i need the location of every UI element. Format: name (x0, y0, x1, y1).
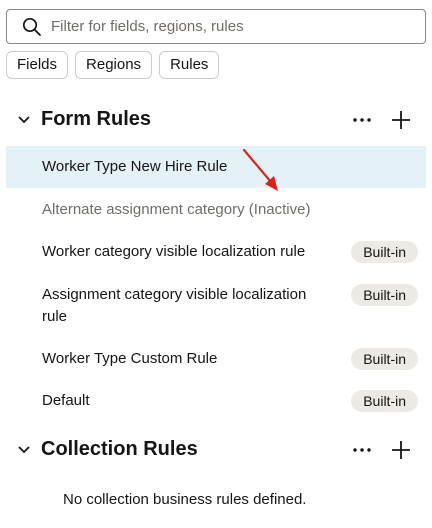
filter-chip-rules[interactable]: Rules (159, 51, 220, 79)
status-badge: Built-in (351, 390, 418, 412)
status-badge: Built-in (351, 284, 418, 306)
rule-item[interactable]: Alternate assignment category (Inactive) (6, 189, 426, 231)
filter-chip-fields[interactable]: Fields (6, 51, 69, 79)
empty-state-message: No collection business rules defined. (63, 491, 307, 508)
more-icon[interactable] (350, 108, 374, 132)
chevron-down-icon[interactable] (17, 445, 31, 455)
more-icon[interactable] (350, 438, 374, 462)
rule-label-line-2: rule (42, 308, 68, 325)
collection-rules-header: Collection Rules (0, 436, 432, 466)
status-badge: Built-in (351, 241, 418, 263)
search-field[interactable] (6, 9, 426, 44)
rule-item[interactable]: Assignment category visible localization… (6, 274, 426, 336)
search-icon (22, 17, 41, 36)
status-badge: Built-in (351, 348, 418, 370)
rule-label: Worker Type Custom Rule (42, 350, 218, 367)
rule-label: Worker category visible localization rul… (42, 243, 306, 260)
plus-icon[interactable] (390, 439, 412, 461)
rule-item[interactable]: Worker Type New Hire Rule (6, 146, 426, 188)
search-input[interactable] (51, 14, 411, 39)
annotation-arrow (242, 148, 278, 191)
rule-label: Worker Type New Hire Rule (42, 158, 228, 175)
chevron-down-icon[interactable] (17, 115, 31, 125)
section-title: Form Rules (41, 108, 152, 130)
filter-chips: Fields Regions Rules (6, 51, 220, 79)
rule-label-line-1: Assignment category visible localization (42, 286, 307, 303)
rule-item[interactable]: Worker category visible localization rul… (6, 231, 426, 273)
rule-label: Default (42, 392, 90, 409)
plus-icon[interactable] (390, 109, 412, 131)
rule-item[interactable]: Default Built-in (6, 380, 426, 422)
section-title: Collection Rules (41, 438, 198, 460)
filter-chip-regions[interactable]: Regions (75, 51, 153, 79)
rule-item[interactable]: Worker Type Custom Rule Built-in (6, 338, 426, 380)
rule-label: Alternate assignment category (Inactive) (42, 201, 311, 218)
form-rules-header: Form Rules (0, 106, 432, 136)
